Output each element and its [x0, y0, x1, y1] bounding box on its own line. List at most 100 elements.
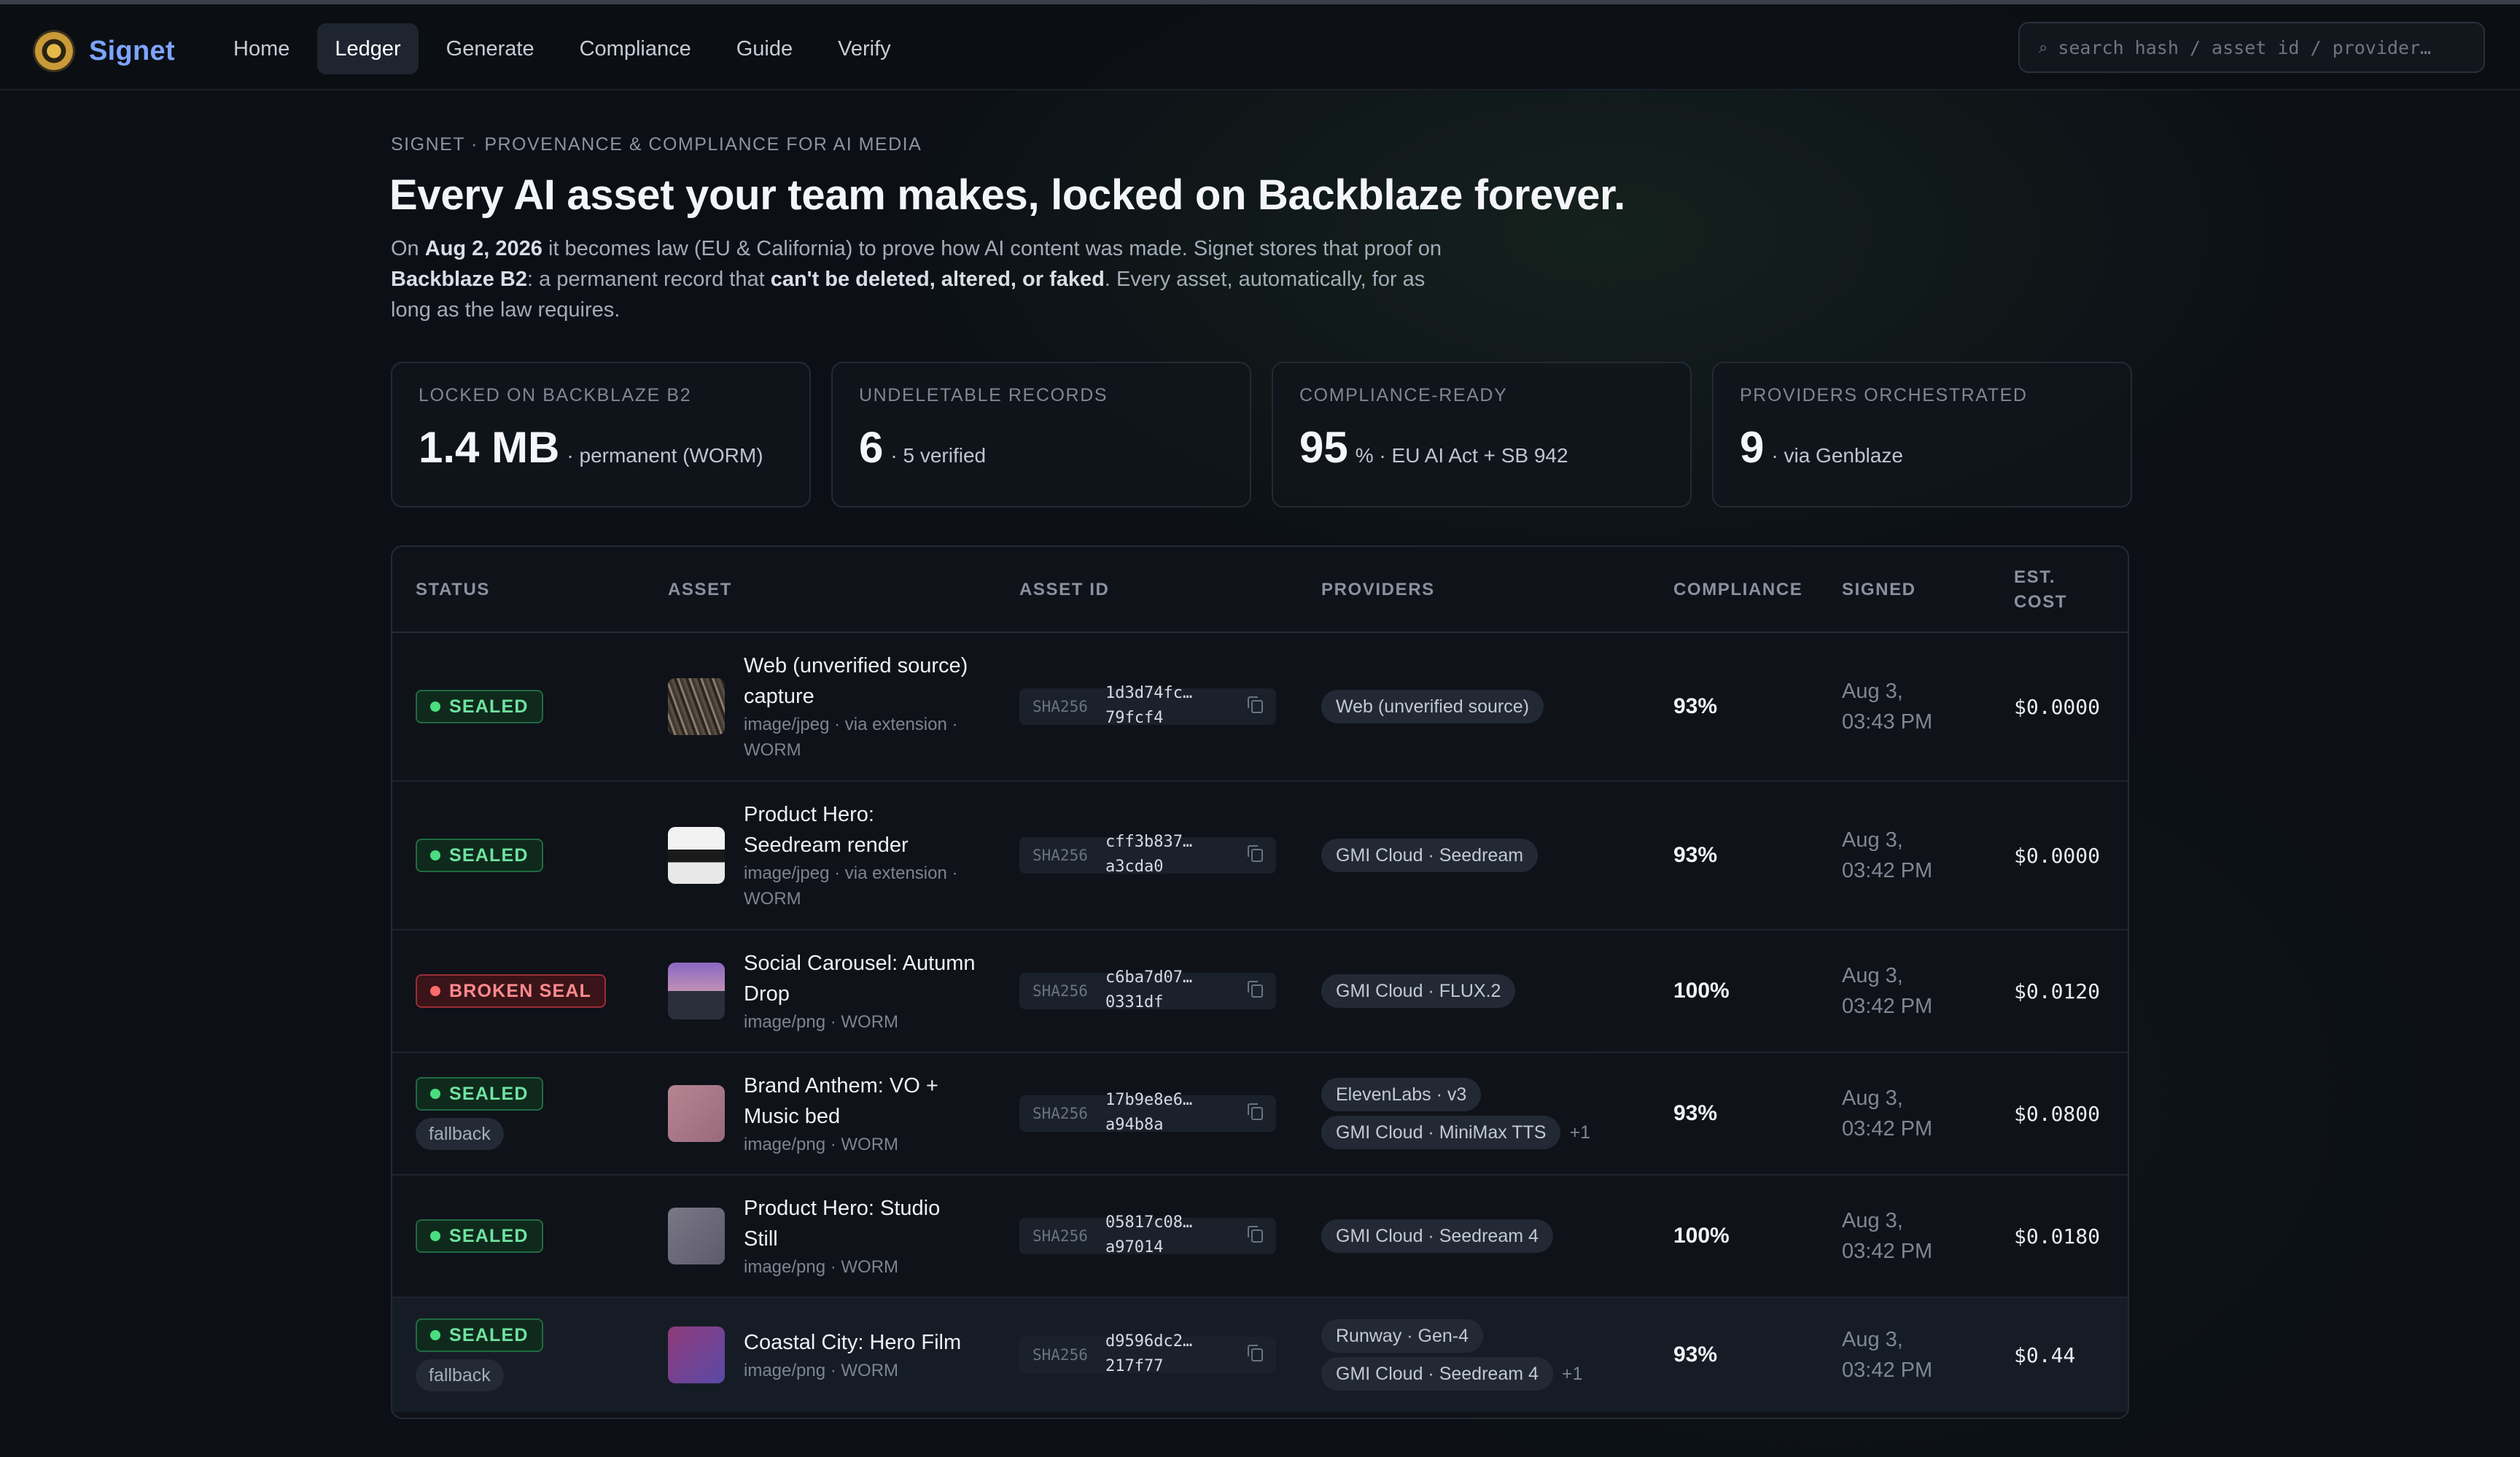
asset-title[interactable]: Web (unverified source) capture	[744, 650, 977, 712]
asset-title[interactable]: Product Hero: Seedream render	[744, 799, 977, 860]
hash-algorithm: SHA256	[1032, 847, 1088, 864]
hash-value: c6ba7d07… 0331df	[1105, 965, 1192, 1015]
status-dot-icon	[430, 1330, 440, 1340]
header-asset[interactable]: ASSET	[668, 547, 732, 633]
nav-item-home[interactable]: Home	[216, 23, 307, 74]
asset-title[interactable]: Coastal City: Hero Film	[744, 1327, 977, 1358]
signed-time: 03:42 PM	[1842, 1117, 1933, 1141]
provider-chip: Runway · Gen-4	[1321, 1319, 1484, 1353]
search-box[interactable]: ⌕	[2018, 22, 2485, 73]
compliance-cell: 100%	[1673, 930, 1730, 1052]
est-cost-value: $0.0120	[2014, 979, 2101, 1003]
table-row[interactable]: SEALED fallback Brand Anthem: VO + Music b…	[392, 1053, 2128, 1176]
asset-thumbnail[interactable]	[668, 1208, 725, 1264]
signed-timestamp: Aug 3, 03:42 PM	[1842, 825, 1932, 886]
compliance-value: 100%	[1673, 1224, 1730, 1248]
status-label: SEALED	[449, 696, 529, 717]
brand[interactable]: Signet	[35, 28, 175, 74]
signed-date: Aug 3,	[1842, 1328, 1903, 1351]
status-cell: BROKEN SEAL	[416, 930, 607, 1052]
stat-card: LOCKED ON BACKBLAZE B2 1.4 MB · permanent …	[391, 362, 811, 508]
stat-card: UNDELETABLE RECORDS 6 · 5 verified	[831, 362, 1251, 508]
nav-item-guide[interactable]: Guide	[719, 23, 810, 74]
stat-value-row: 1.4 MB · permanent (WORM)	[419, 422, 783, 473]
more-providers-count[interactable]: +1	[1569, 1122, 1590, 1143]
nav-item-verify[interactable]: Verify	[820, 23, 909, 74]
asset-title[interactable]: Social Carousel: Autumn Drop	[744, 948, 977, 1009]
table-row[interactable]: SEALED Web (unverified source) capture ima…	[392, 633, 2128, 782]
asset-cell[interactable]: Brand Anthem: VO + Music bed image/png · …	[668, 1053, 977, 1174]
header-compliance[interactable]: COMPLIANCE	[1673, 547, 1802, 633]
asset-cell[interactable]: Social Carousel: Autumn Drop image/png · …	[668, 930, 977, 1052]
asset-cell[interactable]: Product Hero: Studio Still image/png · WO…	[668, 1176, 977, 1297]
stat-value: 9	[1740, 423, 1765, 472]
provider-list: Web (unverified source)	[1321, 690, 1544, 723]
hash-line: 0331df	[1105, 993, 1164, 1011]
header-est-cost[interactable]: EST. COST	[2014, 547, 2109, 633]
asset-cell[interactable]: Web (unverified source) capture image/jpe…	[668, 633, 977, 780]
status-group: BROKEN SEAL	[416, 974, 607, 1008]
table-row[interactable]: SEALED fallback Coastal City: Hero Film ima…	[392, 1298, 2128, 1412]
stat-card: COMPLIANCE-READY 95 % · EU AI Act + SB 942	[1272, 362, 1692, 508]
status-badge: SEALED	[416, 1219, 543, 1253]
hash-pill: SHA256 17b9e8e6… a94b8a	[1019, 1091, 1276, 1134]
asset-meta: image/png · WORM	[744, 1360, 899, 1380]
table-row[interactable]: SEALED Product Hero: Seedream render image…	[392, 782, 2128, 930]
signed-time: 03:42 PM	[1842, 995, 1933, 1018]
status-group: SEALED fallback	[416, 1318, 543, 1391]
table-body: SEALED Web (unverified source) capture ima…	[392, 633, 2128, 1412]
stat-value: 95	[1299, 423, 1348, 472]
copy-icon[interactable]	[1248, 981, 1263, 998]
stat-value: 1.4 MB	[419, 423, 560, 472]
signed-cell: Aug 3, 03:43 PM	[1842, 633, 1932, 780]
hash-line: d9596dc2…	[1105, 1332, 1193, 1351]
copy-icon[interactable]	[1248, 845, 1263, 862]
header-status[interactable]: STATUS	[416, 547, 490, 633]
table-row[interactable]: SEALED Product Hero: Studio Still image/pn…	[392, 1176, 2128, 1298]
signed-timestamp: Aug 3, 03:43 PM	[1842, 676, 1932, 737]
status-cell: SEALED fallback	[416, 1298, 543, 1412]
asset-thumbnail[interactable]	[668, 678, 725, 735]
nav-item-compliance[interactable]: Compliance	[562, 23, 709, 74]
stat-value: 6	[859, 423, 884, 472]
provider-list: ElevenLabs · v3 GMI Cloud · MiniMax TTS +1	[1321, 1078, 1590, 1149]
provider-chip: GMI Cloud · Seedream 4	[1321, 1219, 1553, 1253]
asset-text: Product Hero: Studio Still image/png · WO…	[744, 1193, 977, 1280]
nav-item-ledger[interactable]: Ledger	[317, 23, 419, 74]
hash-pill: SHA256 c6ba7d07… 0331df	[1019, 968, 1276, 1011]
asset-meta: image/png · WORM	[744, 1256, 899, 1277]
more-providers-count[interactable]: +1	[1562, 1364, 1583, 1385]
asset-cell[interactable]: Coastal City: Hero Film image/png · WORM	[668, 1298, 977, 1412]
stat-label: COMPLIANCE-READY	[1299, 385, 1508, 405]
status-badge: SEALED	[416, 690, 543, 723]
asset-thumbnail[interactable]	[668, 1085, 725, 1142]
est-cost-value: $0.0180	[2014, 1224, 2101, 1248]
search-input[interactable]	[2058, 36, 2467, 58]
hash-pill: SHA256 05817c08… a97014	[1019, 1213, 1276, 1256]
asset-meta: image/png · WORM	[744, 1134, 899, 1154]
copy-icon[interactable]	[1248, 1103, 1263, 1120]
header-asset-id[interactable]: ASSET ID	[1019, 547, 1109, 633]
asset-thumbnail[interactable]	[668, 827, 725, 884]
hash-pill: SHA256 d9596dc2… 217f77	[1019, 1332, 1276, 1375]
copy-icon[interactable]	[1248, 1226, 1263, 1243]
asset-thumbnail[interactable]	[668, 1326, 725, 1383]
copy-icon[interactable]	[1248, 696, 1263, 713]
nav-item-generate[interactable]: Generate	[429, 23, 552, 74]
asset-id-cell: SHA256 d9596dc2… 217f77	[1019, 1298, 1276, 1412]
hash-line: 217f77	[1105, 1357, 1164, 1375]
asset-title[interactable]: Brand Anthem: VO + Music bed	[744, 1071, 977, 1132]
status-label: SEALED	[449, 1083, 529, 1104]
header-signed[interactable]: SIGNED	[1842, 547, 1916, 633]
asset-thumbnail[interactable]	[668, 963, 725, 1019]
copy-icon[interactable]	[1248, 1345, 1263, 1361]
cost-cell: $0.44	[2014, 1298, 2075, 1412]
stat-suffix: · permanent (WORM)	[567, 444, 763, 467]
asset-title[interactable]: Product Hero: Studio Still	[744, 1193, 977, 1254]
status-group: SEALED fallback	[416, 1077, 543, 1150]
asset-cell[interactable]: Product Hero: Seedream render image/jpeg …	[668, 782, 977, 929]
header-providers[interactable]: PROVIDERS	[1321, 547, 1435, 633]
signed-cell: Aug 3, 03:42 PM	[1842, 1298, 1932, 1412]
table-row[interactable]: BROKEN SEAL Social Carousel: Autumn Drop i…	[392, 930, 2128, 1053]
cost-cell: $0.0000	[2014, 782, 2100, 929]
